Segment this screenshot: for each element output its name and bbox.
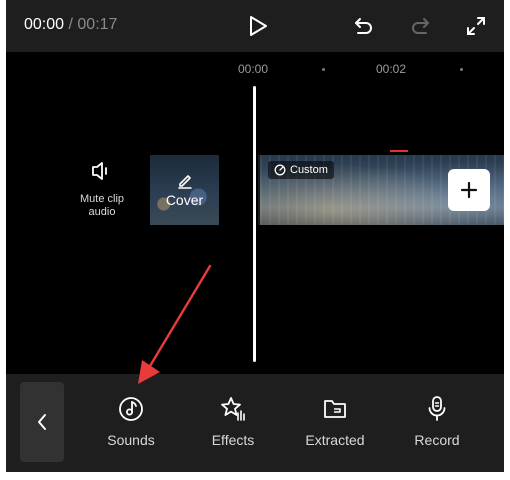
record-button[interactable]: Record <box>392 394 482 448</box>
current-time: 00:00 <box>24 16 65 33</box>
effects-button[interactable]: Effects <box>188 394 278 448</box>
ruler-tick <box>322 68 325 71</box>
play-icon <box>250 16 267 36</box>
total-duration: 00:17 <box>77 16 118 33</box>
folder-icon <box>324 400 346 418</box>
cover-label: Cover <box>165 192 204 208</box>
record-label: Record <box>414 432 460 448</box>
pencil-icon <box>177 175 192 189</box>
fullscreen-icon <box>467 17 485 35</box>
extracted-button[interactable]: Extracted <box>290 394 380 448</box>
extracted-label: Extracted <box>305 432 365 448</box>
ruler-label-2s: 00:02 <box>376 62 407 76</box>
fullscreen-button[interactable] <box>462 12 490 40</box>
cover-button[interactable]: Cover <box>150 155 219 225</box>
redo-button[interactable] <box>406 12 434 40</box>
speed-gauge-icon <box>274 164 286 176</box>
plus-icon <box>460 181 478 199</box>
mute-clip-audio-button[interactable]: Mute clip audio <box>66 160 138 219</box>
ruler-tick <box>460 68 463 71</box>
custom-tag-label: Custom <box>290 164 328 176</box>
playhead[interactable] <box>253 86 256 362</box>
ruler-label-start: 00:00 <box>238 62 269 76</box>
speaker-icon <box>92 162 107 180</box>
add-clip-button[interactable] <box>448 169 490 211</box>
chevron-left-icon <box>38 414 46 430</box>
time-separator: / <box>64 16 78 33</box>
video-editor: 00:00 / 00:17 00:00 00:02 Mute clip audi… <box>6 0 504 472</box>
music-note-icon <box>119 397 143 421</box>
selection-marker <box>390 150 408 152</box>
undo-icon <box>355 18 372 34</box>
custom-tag[interactable]: Custom <box>268 161 334 179</box>
undo-button[interactable] <box>350 12 378 40</box>
effects-label: Effects <box>211 432 255 448</box>
time-display: 00:00 / 00:17 <box>24 16 117 34</box>
microphone-icon <box>428 396 446 421</box>
mute-clip-audio-label: Mute clip audio <box>79 193 125 218</box>
sparkle-star-icon <box>221 397 245 421</box>
sounds-label: Sounds <box>107 432 155 448</box>
timeline[interactable]: 00:00 00:02 Mute clip audio Cover Custom <box>6 52 504 374</box>
top-bar: 00:00 / 00:17 <box>6 0 504 52</box>
back-button[interactable] <box>20 382 64 462</box>
play-button[interactable] <box>244 12 272 40</box>
redo-icon <box>412 18 429 34</box>
bottom-toolbar: Sounds Effects Extracted Record <box>6 374 504 472</box>
sounds-button[interactable]: Sounds <box>86 394 176 448</box>
